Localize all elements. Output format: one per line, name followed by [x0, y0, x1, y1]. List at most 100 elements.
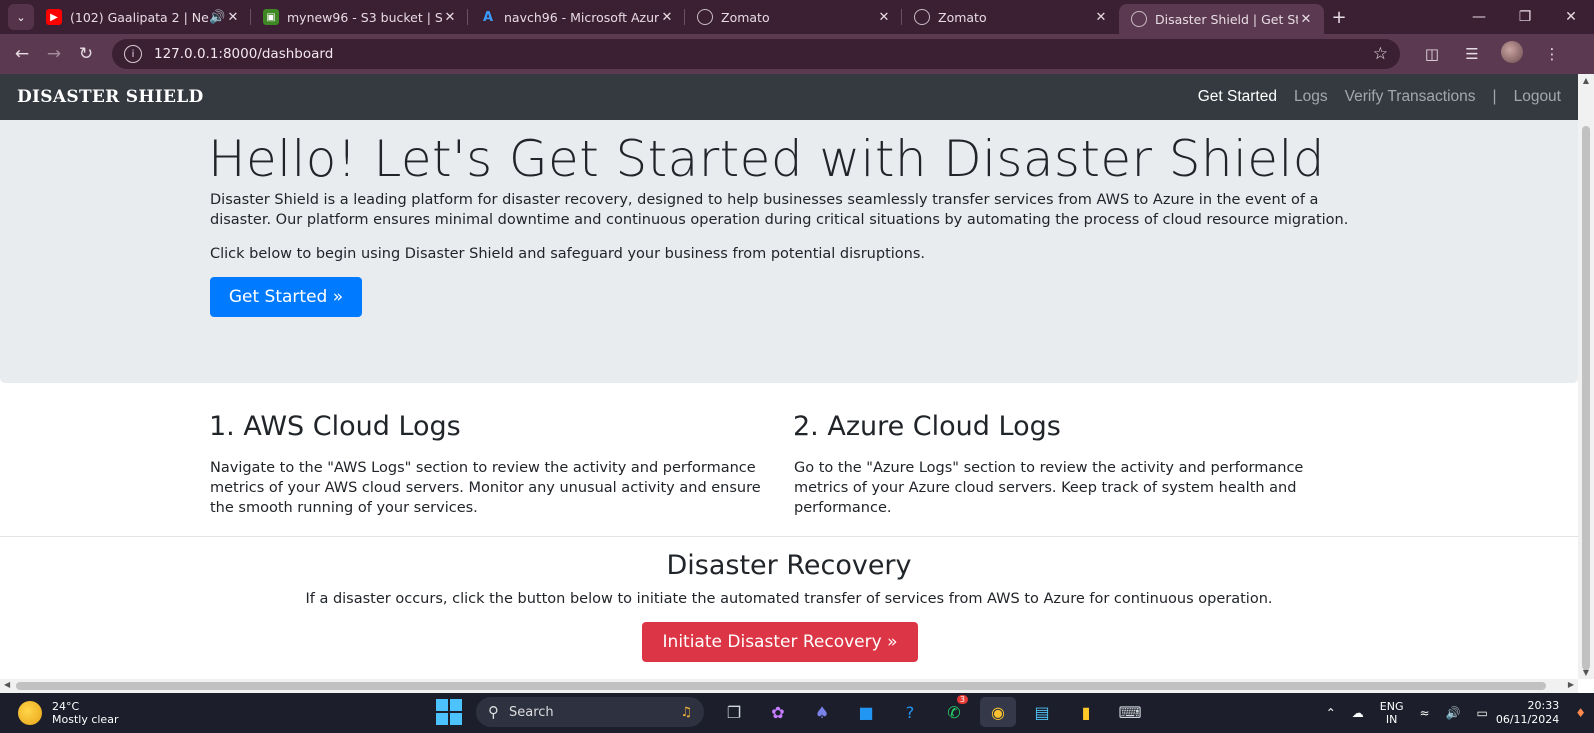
browser-tab[interactable]: Zomato ✕ — [902, 0, 1119, 34]
url-text[interactable]: 127.0.0.1:8000/dashboard — [154, 46, 333, 62]
disaster-recovery-title: Disaster Recovery — [666, 550, 912, 581]
azure-logs-title: 2. Azure Cloud Logs — [793, 411, 1061, 442]
restore-icon[interactable]: ❐ — [1502, 9, 1548, 25]
browser-tab[interactable]: ▶ (102) Gaalipata 2 | Nee 🔊 ✕ — [34, 0, 251, 34]
tab-title: navch96 - Microsoft Azure — [504, 9, 659, 25]
mylo-app-icon[interactable]: ■ — [848, 697, 884, 727]
nav-link-get-started[interactable]: Get Started — [1198, 88, 1277, 106]
tab-title: mynew96 - S3 bucket | S3 — [287, 9, 442, 25]
windows-taskbar: 24°C Mostly clear ⚲ Search ♫ ❐ ✿ ♠ ■ ? ✆… — [0, 693, 1594, 733]
task-view-icon[interactable]: ❐ — [716, 697, 752, 727]
scroll-right-icon[interactable]: ▶ — [1568, 680, 1574, 689]
get-started-button[interactable]: Get Started » — [210, 277, 362, 317]
site-navbar: DISASTER SHIELD Get Started Logs Verify … — [0, 74, 1578, 120]
taskbar-search[interactable]: ⚲ Search ♫ — [476, 697, 704, 727]
speaker-icon[interactable]: 🔊 — [209, 10, 225, 25]
system-tray: ⌃ ☁ ENG IN ≈ 🔊 ▭ 20:33 06/11/2024 ♦ — [1318, 693, 1594, 733]
onedrive-icon[interactable]: ☁ — [1352, 706, 1364, 720]
site-info-icon[interactable]: i — [124, 45, 142, 63]
scroll-up-icon[interactable]: ▲ — [1578, 76, 1594, 85]
nav-link-logs[interactable]: Logs — [1294, 88, 1328, 106]
reload-icon[interactable]: ↻ — [70, 44, 102, 64]
browser-toolbar: ← → ↻ i 127.0.0.1:8000/dashboard ☆ ◫ ☰ ⋮ — [0, 34, 1594, 74]
tab-title: Disaster Shield | Get Starte — [1155, 11, 1298, 27]
page-viewport: DISASTER SHIELD Get Started Logs Verify … — [0, 74, 1578, 679]
more-menu-icon[interactable]: ⋮ — [1532, 45, 1572, 63]
forward-icon[interactable]: → — [38, 44, 70, 64]
region-code: IN — [1385, 713, 1398, 726]
browser-tab[interactable]: ▣ mynew96 - S3 bucket | S3 ✕ — [251, 0, 468, 34]
chrome-icon[interactable]: ◉ — [980, 697, 1016, 727]
terminal-icon[interactable]: ⌨ — [1112, 697, 1148, 727]
azure-icon: A — [482, 9, 494, 25]
back-icon[interactable]: ← — [6, 44, 38, 64]
extensions-icon[interactable]: ◫ — [1412, 45, 1452, 63]
browser-tab-strip: ⌄ ▶ (102) Gaalipata 2 | Nee 🔊 ✕ ▣ mynew9… — [0, 0, 1594, 34]
close-tab-icon[interactable]: ✕ — [225, 10, 241, 25]
language-indicator[interactable]: ENG IN — [1380, 700, 1404, 726]
notification-bell-icon[interactable]: ♦ — [1575, 706, 1586, 720]
close-tab-icon[interactable]: ✕ — [1093, 10, 1109, 25]
teams-icon[interactable]: ♠ — [804, 697, 840, 727]
close-window-icon[interactable]: ✕ — [1548, 9, 1594, 25]
aws-logs-text: Navigate to the "AWS Logs" section to re… — [210, 460, 761, 516]
windows-start-icon[interactable] — [436, 699, 462, 725]
scrollbar-thumb[interactable] — [16, 682, 1546, 690]
weather-widget[interactable]: 24°C Mostly clear — [18, 700, 118, 726]
scrollbar-thumb[interactable] — [1582, 126, 1590, 670]
clock-time: 20:33 — [1527, 699, 1560, 712]
weather-moon-icon — [18, 701, 42, 725]
chevron-up-icon[interactable]: ⌃ — [1326, 706, 1336, 720]
scroll-down-icon[interactable]: ▼ — [1578, 668, 1594, 677]
globe-icon — [1131, 11, 1147, 27]
file-explorer-icon[interactable]: ▮ — [1068, 697, 1104, 727]
nav-link-logout[interactable]: Logout — [1514, 88, 1561, 106]
clock[interactable]: 20:33 06/11/2024 — [1496, 699, 1559, 727]
browser-tab-active[interactable]: Disaster Shield | Get Starte ✕ — [1119, 4, 1324, 34]
nav-separator: | — [1492, 88, 1497, 105]
search-icon: ⚲ — [488, 703, 499, 721]
profile-avatar[interactable] — [1492, 41, 1532, 67]
close-tab-icon[interactable]: ✕ — [876, 10, 892, 25]
aws-s3-icon: ▣ — [263, 9, 279, 25]
hero-description: Disaster Shield is a leading platform fo… — [210, 192, 1349, 228]
youtube-icon: ▶ — [46, 9, 62, 25]
wifi-icon[interactable]: ≈ — [1419, 706, 1429, 720]
scroll-left-icon[interactable]: ◀ — [4, 680, 10, 689]
address-bar[interactable]: i 127.0.0.1:8000/dashboard ☆ — [112, 39, 1400, 69]
help-icon[interactable]: ? — [892, 697, 928, 727]
copilot-icon[interactable]: ✿ — [760, 697, 796, 727]
horizontal-scrollbar[interactable]: ◀ ▶ — [0, 679, 1578, 693]
media-controls-icon[interactable]: ☰ — [1452, 45, 1492, 63]
notepad-icon[interactable]: ▤ — [1024, 697, 1060, 727]
tab-title: Zomato — [938, 9, 987, 25]
weather-desc: Mostly clear — [52, 713, 119, 726]
globe-icon — [914, 9, 930, 25]
clock-date: 06/11/2024 — [1495, 713, 1560, 726]
minimize-icon[interactable]: — — [1456, 9, 1502, 25]
globe-icon — [697, 9, 713, 25]
bookmark-star-icon[interactable]: ☆ — [1373, 44, 1388, 64]
whatsapp-icon[interactable]: ✆ 3 — [936, 695, 972, 727]
disaster-recovery-section: Disaster Recovery If a disaster occurs, … — [0, 537, 1578, 677]
tab-search-chevron-icon[interactable]: ⌄ — [8, 4, 34, 30]
close-tab-icon[interactable]: ✕ — [659, 10, 675, 25]
whatsapp-badge: 3 — [956, 695, 968, 704]
close-tab-icon[interactable]: ✕ — [442, 10, 458, 25]
disaster-recovery-text: If a disaster occurs, click the button b… — [305, 591, 1273, 607]
battery-icon[interactable]: ▭ — [1476, 706, 1487, 720]
brand-logo[interactable]: DISASTER SHIELD — [17, 87, 204, 107]
aws-logs-title: 1. AWS Cloud Logs — [209, 411, 461, 442]
initiate-disaster-recovery-button[interactable]: Initiate Disaster Recovery » — [642, 622, 918, 662]
hero-cta-text: Click below to begin using Disaster Shie… — [210, 246, 926, 262]
volume-icon[interactable]: 🔊 — [1446, 706, 1461, 720]
tab-title: Zomato — [721, 9, 770, 25]
language-code: ENG — [1379, 700, 1404, 713]
browser-tab[interactable]: Zomato ✕ — [685, 0, 902, 34]
close-tab-icon[interactable]: ✕ — [1298, 12, 1314, 27]
nav-link-verify-transactions[interactable]: Verify Transactions — [1345, 88, 1476, 106]
hero-title: Hello! Let's Get Started with Disaster S… — [208, 130, 1325, 188]
new-tab-button[interactable]: + — [1324, 7, 1354, 28]
browser-tab[interactable]: A navch96 - Microsoft Azure ✕ — [468, 0, 685, 34]
vertical-scrollbar[interactable]: ▲ ▼ — [1578, 74, 1594, 679]
